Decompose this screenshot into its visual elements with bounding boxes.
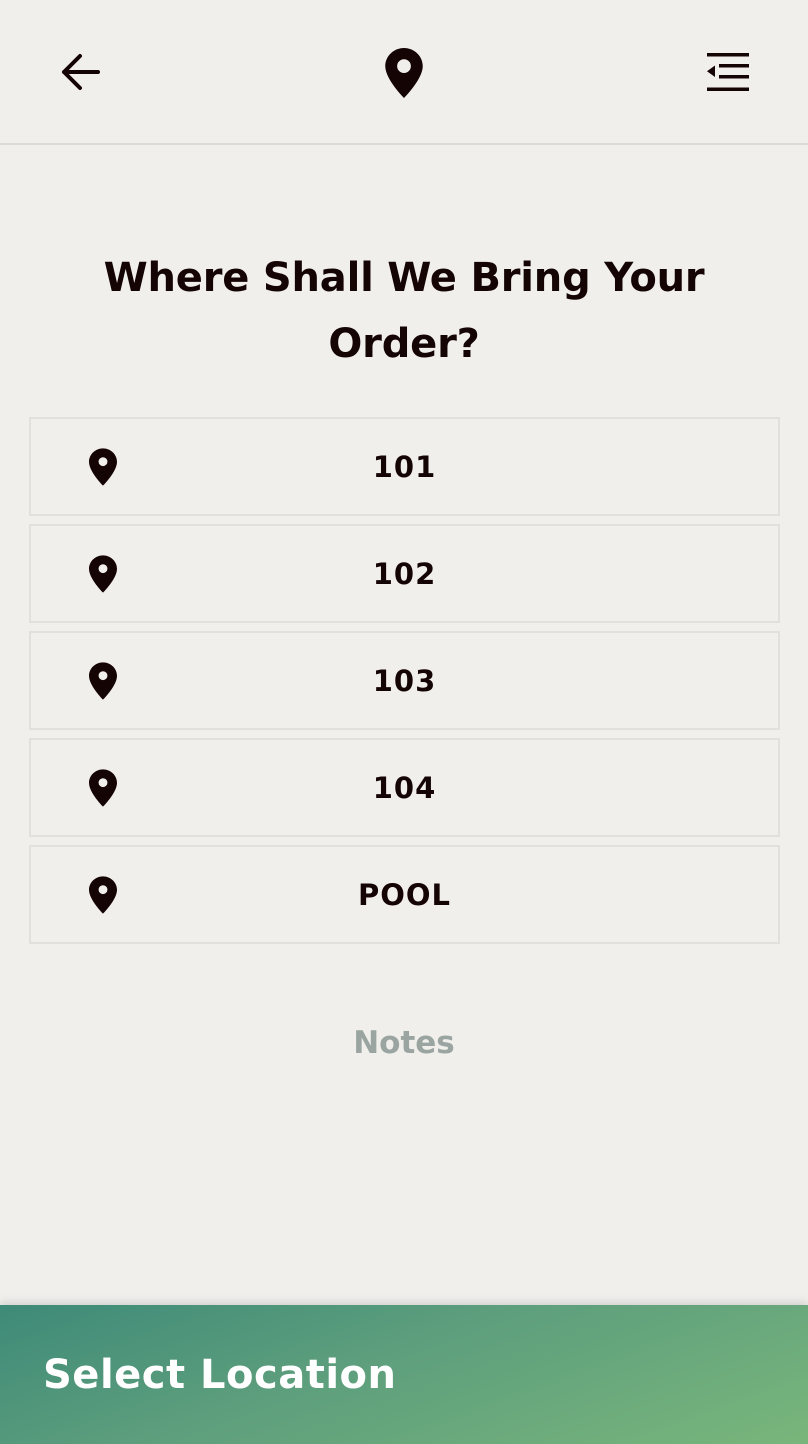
location-list: 101 102 103 104 POOL xyxy=(29,417,780,952)
select-location-label: Select Location xyxy=(43,1351,397,1398)
map-pin-icon xyxy=(385,48,423,98)
map-pin-icon xyxy=(89,875,117,914)
map-pin-icon xyxy=(89,768,117,807)
location-option-pool[interactable]: POOL xyxy=(29,845,780,944)
map-pin-icon xyxy=(89,554,117,593)
app-screen: Where Shall We Bring Your Order? 101 102… xyxy=(0,0,808,1444)
map-pin-icon xyxy=(89,661,117,700)
location-option-103[interactable]: 103 xyxy=(29,631,780,730)
select-location-button[interactable]: Select Location xyxy=(0,1305,808,1444)
arrow-left-icon xyxy=(62,54,100,90)
location-label: 103 xyxy=(372,663,437,698)
location-label: 102 xyxy=(372,556,437,591)
map-pin-icon xyxy=(89,447,117,486)
menu-collapse-icon xyxy=(707,53,749,91)
location-logo xyxy=(374,40,434,106)
location-option-102[interactable]: 102 xyxy=(29,524,780,623)
page-title: Where Shall We Bring Your Order? xyxy=(103,255,705,367)
location-label: POOL xyxy=(357,877,452,912)
top-bar xyxy=(0,0,808,145)
location-label: 101 xyxy=(372,449,437,484)
location-option-104[interactable]: 104 xyxy=(29,738,780,837)
location-option-101[interactable]: 101 xyxy=(29,417,780,516)
menu-button[interactable] xyxy=(696,42,760,102)
back-button[interactable] xyxy=(50,42,110,102)
notes-field[interactable]: Notes xyxy=(254,1015,554,1071)
location-label: 104 xyxy=(372,770,437,805)
